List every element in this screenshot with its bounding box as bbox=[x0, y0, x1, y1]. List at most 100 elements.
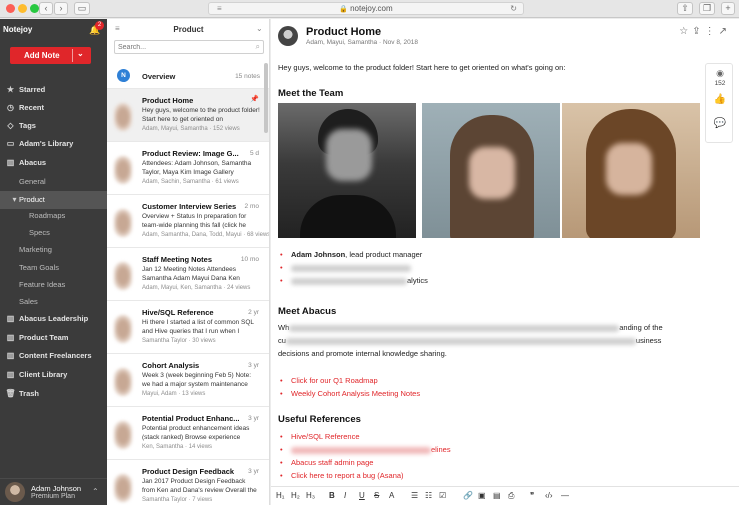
sidebar-item-starred[interactable]: ★ Starred bbox=[0, 81, 107, 99]
editor: Product Home Adam, Mayui, Samantha · Nov… bbox=[271, 19, 739, 505]
search-box[interactable]: ⌕ bbox=[114, 40, 264, 54]
roadmap-link[interactable]: Click for our Q1 Roadmap bbox=[278, 374, 698, 387]
image-icon[interactable]: ▣ bbox=[478, 491, 486, 500]
underline-icon[interactable]: U bbox=[359, 491, 365, 500]
note-list-item[interactable]: Hive/SQL Reference Hi there I started a l… bbox=[107, 301, 269, 354]
checklist-icon[interactable]: ☑ bbox=[439, 491, 446, 500]
note-list-item[interactable]: Product Home Hey guys, welcome to the pro… bbox=[107, 89, 269, 142]
sidebar-item-adam-s-library[interactable]: ▭ Adam's Library bbox=[0, 135, 107, 153]
comment-icon[interactable]: 💬 bbox=[706, 118, 734, 129]
overview-item[interactable]: N Overview 15 notes bbox=[107, 63, 269, 89]
note-list-item[interactable]: Staff Meeting Notes Jan 12 Meeting Notes … bbox=[107, 248, 269, 301]
eye-icon[interactable]: ◉ bbox=[706, 68, 734, 79]
sidebar-item-roadmaps[interactable]: Roadmaps bbox=[0, 207, 107, 225]
chevron-up-icon[interactable]: ⌃ bbox=[92, 487, 99, 496]
italic-icon[interactable]: I bbox=[344, 491, 346, 500]
user-plan: Premium Plan bbox=[31, 493, 75, 500]
note-thumbnail bbox=[114, 421, 132, 449]
add-note-button[interactable]: Add Note ⌄ bbox=[10, 47, 91, 64]
sidebar-toggle-icon[interactable]: ▭ bbox=[74, 2, 90, 15]
numbered-list-icon[interactable]: ☷ bbox=[425, 491, 432, 500]
hive-sql-link[interactable]: Hive/SQL Reference bbox=[278, 430, 698, 443]
note-list-item[interactable]: Product Design Feedback Jan 2017 Product … bbox=[107, 460, 269, 505]
cohort-notes-link[interactable]: Weekly Cohort Analysis Meeting Notes bbox=[278, 387, 698, 400]
sidebar-item-feature-ideas[interactable]: Feature Ideas bbox=[0, 276, 107, 294]
address-bar[interactable]: ≡ 🔒 notejoy.com ↻ bbox=[208, 2, 524, 15]
sidebar-item-recent[interactable]: ◷ Recent bbox=[0, 99, 107, 117]
tag-icon: ◇ bbox=[7, 121, 14, 130]
bold-icon[interactable]: B bbox=[329, 491, 335, 500]
sidebar-item-sales[interactable]: Sales bbox=[0, 293, 107, 311]
highlight-icon[interactable]: A bbox=[389, 491, 394, 500]
note-list-item[interactable]: Product Review: Image G... Attendees: Ada… bbox=[107, 142, 269, 195]
sidebar-item-trash[interactable]: 🗑 Trash bbox=[0, 385, 107, 403]
sidebar-item-tags[interactable]: ◇ Tags bbox=[0, 117, 107, 135]
sidebar-item-marketing[interactable]: Marketing bbox=[0, 241, 107, 259]
sidebar-item-content-freelancers[interactable]: ▥ Content Freelancers bbox=[0, 347, 107, 365]
minimize-window-icon[interactable] bbox=[18, 4, 27, 13]
note-list-item[interactable]: Cohort Analysis Week 3 (week beginning Fe… bbox=[107, 354, 269, 407]
attachment-icon[interactable]: ⎙ bbox=[508, 491, 514, 501]
sidebar-item-abacus[interactable]: ▥ Abacus bbox=[0, 154, 107, 172]
note-list-item[interactable]: Customer Interview Series Overview + Stat… bbox=[107, 195, 269, 248]
divider-icon[interactable]: — bbox=[561, 491, 569, 500]
add-note-label: Add Note bbox=[24, 51, 60, 60]
chevron-down-icon[interactable]: ⌄ bbox=[77, 49, 84, 58]
browser-chrome: ‹ › ▭ ≡ 🔒 notejoy.com ↻ ⇧ ❐ + bbox=[0, 0, 739, 18]
search-input[interactable] bbox=[118, 42, 248, 53]
guidelines-link[interactable]: elines bbox=[278, 443, 698, 456]
reload-icon[interactable]: ↻ bbox=[510, 3, 517, 15]
more-icon[interactable]: ⋮ bbox=[705, 26, 719, 37]
report-bug-link[interactable]: Click here to report a bug (Asana) bbox=[278, 469, 698, 482]
note-thumbnail bbox=[114, 103, 132, 131]
note-meta: Adam, Mayui, Samantha · Nov 8, 2018 bbox=[306, 39, 419, 46]
sidebar-item-label: Roadmaps bbox=[29, 211, 66, 220]
sidebar-item-specs[interactable]: Specs bbox=[0, 224, 107, 242]
sidebar-item-label: Trash bbox=[19, 389, 40, 398]
heading-2-icon[interactable]: H₂ bbox=[291, 491, 300, 500]
thumbs-up-icon[interactable]: 👍 bbox=[706, 94, 734, 105]
new-tab-icon[interactable]: + bbox=[721, 2, 735, 15]
heading-1-icon[interactable]: H₁ bbox=[276, 491, 284, 500]
external-link-icon[interactable]: ↗ bbox=[719, 26, 731, 37]
note-list-scrollbar[interactable] bbox=[264, 63, 268, 133]
admin-page-link[interactable]: Abacus staff admin page bbox=[278, 456, 698, 469]
note-title[interactable]: Product Home bbox=[306, 26, 381, 38]
note-item-meta: Adam, Mayui, Ken, Samantha · 24 views bbox=[142, 285, 251, 291]
sidebar-item-label: Abacus Leadership bbox=[19, 314, 89, 323]
sidebar-item-abacus-leadership[interactable]: ▥ Abacus Leadership bbox=[0, 310, 107, 328]
star-icon[interactable]: ☆ bbox=[679, 26, 692, 37]
sidebar-item-label: Specs bbox=[29, 228, 50, 237]
code-icon[interactable]: ‹/› bbox=[545, 491, 553, 500]
user-menu[interactable]: Adam Johnson Premium Plan ⌃ bbox=[0, 478, 107, 505]
quote-icon[interactable]: ❞ bbox=[530, 491, 534, 500]
author-avatar bbox=[278, 26, 298, 46]
note-stats-rail: ◉ 152 👍 💬 bbox=[705, 63, 733, 143]
heading-3-icon[interactable]: H₃ bbox=[306, 491, 315, 500]
note-item-title: Product Design Feedback bbox=[142, 467, 235, 476]
strikethrough-icon[interactable]: S bbox=[374, 491, 379, 500]
share-icon[interactable]: ⇪ bbox=[692, 26, 704, 37]
sidebar-item-client-library[interactable]: ▥ Client Library bbox=[0, 366, 107, 384]
chevron-down-icon[interactable]: ⌄ bbox=[256, 24, 263, 33]
back-icon[interactable]: ‹ bbox=[39, 2, 53, 15]
abacus-paragraph: Wh anding of the cu usiness decisions and … bbox=[278, 323, 663, 358]
share-icon[interactable]: ⇧ bbox=[677, 2, 693, 15]
bullet-list-icon[interactable]: ☰ bbox=[411, 491, 418, 500]
sidebar-item-product-team[interactable]: ▥ Product Team bbox=[0, 329, 107, 347]
note-item-meta: Adam, Sachin, Samantha · 61 views bbox=[142, 179, 239, 185]
close-window-icon[interactable] bbox=[6, 4, 15, 13]
abacus-links: Click for our Q1 Roadmap Weekly Cohort A… bbox=[278, 374, 698, 400]
forward-icon[interactable]: › bbox=[54, 2, 68, 15]
note-item-excerpt: Jan 12 Meeting Notes Attendees Samantha … bbox=[142, 266, 240, 282]
sidebar-item-general[interactable]: General bbox=[0, 173, 107, 191]
table-icon[interactable]: ▤ bbox=[493, 491, 501, 500]
sidebar-item-team-goals[interactable]: Team Goals bbox=[0, 259, 107, 277]
reader-icon[interactable]: ≡ bbox=[217, 3, 222, 15]
pin-icon[interactable]: 📌 bbox=[250, 95, 259, 103]
zoom-window-icon[interactable] bbox=[30, 4, 39, 13]
tabs-icon[interactable]: ❐ bbox=[699, 2, 715, 15]
search-icon[interactable]: ⌕ bbox=[256, 42, 260, 52]
note-list-item[interactable]: Potential Product Enhanc... Potential pro… bbox=[107, 407, 269, 460]
link-icon[interactable]: 🔗 bbox=[463, 491, 473, 500]
